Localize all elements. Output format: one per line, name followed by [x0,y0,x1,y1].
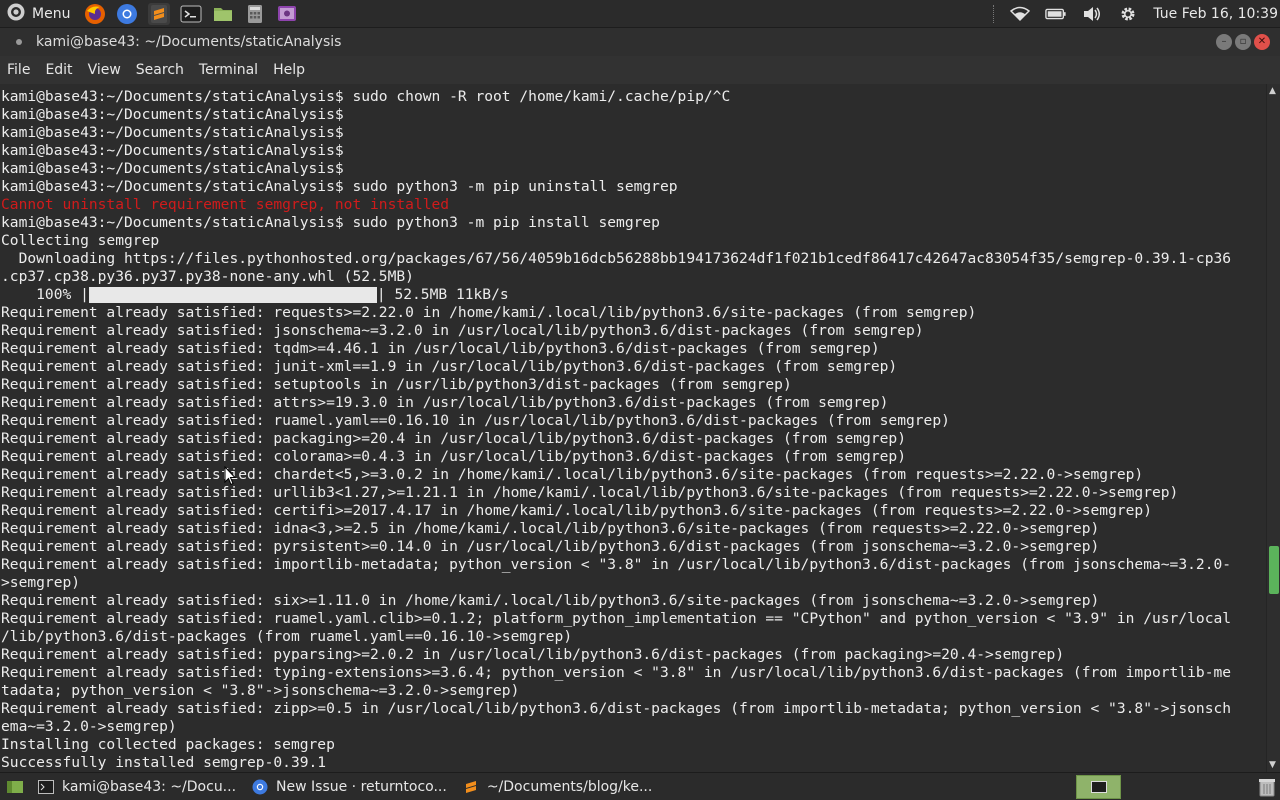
scrollbar-thumb[interactable] [1269,546,1279,594]
terminal-line: kami@base43:~/Documents/staticAnalysis$ [1,106,344,123]
menu-label: Menu [32,5,71,22]
terminal-line: Requirement already satisfied: colorama>… [1,448,906,465]
minimize-button[interactable]: – [1216,34,1232,50]
terminal-line: Requirement already satisfied: attrs>=19… [1,394,889,411]
system-tray: Tue Feb 16, 10:39 [993,0,1280,28]
close-button[interactable]: ✕ [1254,34,1270,50]
settings-gear-icon[interactable] [1117,3,1139,25]
terminal-line: Collecting semgrep [1,232,160,249]
terminal-line: Requirement already satisfied: jsonschem… [1,322,924,339]
taskbar: kami@base43: ~/Docu... New Issue · retur… [0,772,1280,800]
menu-view[interactable]: View [88,62,121,78]
volume-icon[interactable] [1081,3,1103,25]
scroll-down-arrow-icon[interactable]: ▼ [1269,760,1276,770]
terminal-line: Requirement already satisfied: six>=1.11… [1,592,1100,609]
wifi-icon[interactable] [1009,3,1031,25]
mint-logo-icon [6,2,26,26]
files-launcher-icon[interactable] [212,3,234,25]
maximize-button[interactable]: ▫ [1235,34,1251,50]
menu-search[interactable]: Search [136,62,184,78]
mouse-pointer-icon [224,465,237,490]
chrome-icon [252,779,268,795]
progress-stats: | 52.5MB 11kB/s [376,286,509,303]
terminal-line: kami@base43:~/Documents/staticAnalysis$ … [1,88,731,105]
screenshot-launcher-icon[interactable] [276,3,298,25]
terminal-line: Requirement already satisfied: packaging… [1,430,906,447]
window-menu-icon[interactable] [16,39,22,45]
terminal-line: Requirement already satisfied: ruamel.ya… [1,610,1232,627]
workspace-switcher[interactable] [1076,775,1121,799]
terminal-line: tadata; python_version < "3.8"->jsonsche… [1,682,520,699]
taskbar-item-sublime[interactable]: ~/Documents/blog/ke... [455,773,661,800]
terminal-line: Requirement already satisfied: importlib… [1,556,1232,573]
menu-edit[interactable]: Edit [45,62,72,78]
scroll-up-arrow-icon[interactable]: ▲ [1269,86,1276,96]
download-progress-line: 100% | | 52.5MB 11kB/s [1,286,1231,304]
terminal-line: Successfully installed semgrep-0.39.1 [1,754,327,771]
terminal-line: kami@base43:~/Documents/staticAnalysis$ [1,160,344,177]
terminal-line: Requirement already satisfied: requests>… [1,304,977,321]
sublime-launcher-icon[interactable] [148,2,171,25]
taskbar-item-label: New Issue · returntoco... [276,778,447,795]
menu-file[interactable]: File [7,62,30,78]
terminal-line: Requirement already satisfied: tqdm>=4.4… [1,340,880,357]
terminal-line: >semgrep) [1,574,81,591]
terminal-error-line: Cannot uninstall requirement semgrep, no… [1,196,450,213]
taskbar-item-label: kami@base43: ~/Docu... [62,778,237,795]
window-title-bar[interactable]: kami@base43: ~/Documents/staticAnalysis … [0,28,1280,56]
progress-bar [88,287,377,303]
terminal-lines: kami@base43:~/Documents/staticAnalysis$ … [1,88,1231,772]
terminal-line: Requirement already satisfied: pyrsisten… [1,538,1100,555]
progress-percent: 100% | [1,286,89,303]
terminal-line: Requirement already satisfied: junit-xml… [1,358,898,375]
terminal-line: kami@base43:~/Documents/staticAnalysis$ [1,124,344,141]
menu-button[interactable]: Menu [0,0,76,28]
terminal-icon [38,779,54,795]
terminal-line: Requirement already satisfied: chardet<5… [1,466,1144,483]
terminal-line: kami@base43:~/Documents/staticAnalysis$ … [1,178,678,195]
clock[interactable]: Tue Feb 16, 10:39 [1153,6,1278,22]
battery-icon[interactable] [1045,3,1067,25]
terminal-launcher-icon[interactable] [180,3,202,25]
taskbar-item-terminal[interactable]: kami@base43: ~/Docu... [30,773,244,800]
terminal-line: Requirement already satisfied: typing-ex… [1,664,1232,681]
terminal-line: Requirement already satisfied: idna<3,>=… [1,520,1100,537]
menu-bar: File Edit View Search Terminal Help [0,56,1280,84]
trash-icon[interactable] [1256,776,1278,798]
firefox-launcher-icon[interactable] [84,3,106,25]
terminal-line: ema~=3.2.0->semgrep) [1,718,177,735]
terminal-line: /lib/python3.6/dist-packages (from ruame… [1,628,573,645]
top-panel: Menu Tue Feb 16, 10:39 [0,0,1280,28]
window-controls: – ▫ ✕ [1216,34,1270,50]
terminal-line: Requirement already satisfied: urllib3<1… [1,484,1179,501]
taskbar-item-label: ~/Documents/blog/ke... [486,778,653,795]
chromium-launcher-icon[interactable] [116,3,138,25]
terminal-line: Requirement already satisfied: pyparsing… [1,646,1065,663]
terminal-scrollbar[interactable]: ▲ ▼ [1266,84,1280,772]
terminal-line: Requirement already satisfied: certifi>=… [1,502,1152,519]
terminal-line: Requirement already satisfied: zipp>=0.5… [1,700,1232,717]
taskbar-item-chrome[interactable]: New Issue · returntoco... [244,773,455,800]
terminal-line: kami@base43:~/Documents/staticAnalysis$ [1,142,344,159]
window-title: kami@base43: ~/Documents/staticAnalysis [36,34,342,50]
menu-help[interactable]: Help [273,62,305,78]
terminal-line: Requirement already satisfied: ruamel.ya… [1,412,950,429]
terminal-line: Requirement already satisfied: setuptool… [1,376,792,393]
terminal-line: Installing collected packages: semgrep [1,736,335,753]
terminal-line: Downloading https://files.pythonhosted.o… [1,250,1232,267]
menu-terminal[interactable]: Terminal [199,62,258,78]
sublime-icon [463,779,479,795]
calculator-launcher-icon[interactable] [244,3,266,25]
show-desktop-button[interactable] [0,773,30,800]
terminal-line: .cp37.cp38.py36.py37.py38-none-any.whl (… [1,268,414,285]
terminal-line: kami@base43:~/Documents/staticAnalysis$ … [1,214,660,231]
terminal-output[interactable]: kami@base43:~/Documents/staticAnalysis$ … [0,84,1266,772]
tray-separator [993,5,995,23]
